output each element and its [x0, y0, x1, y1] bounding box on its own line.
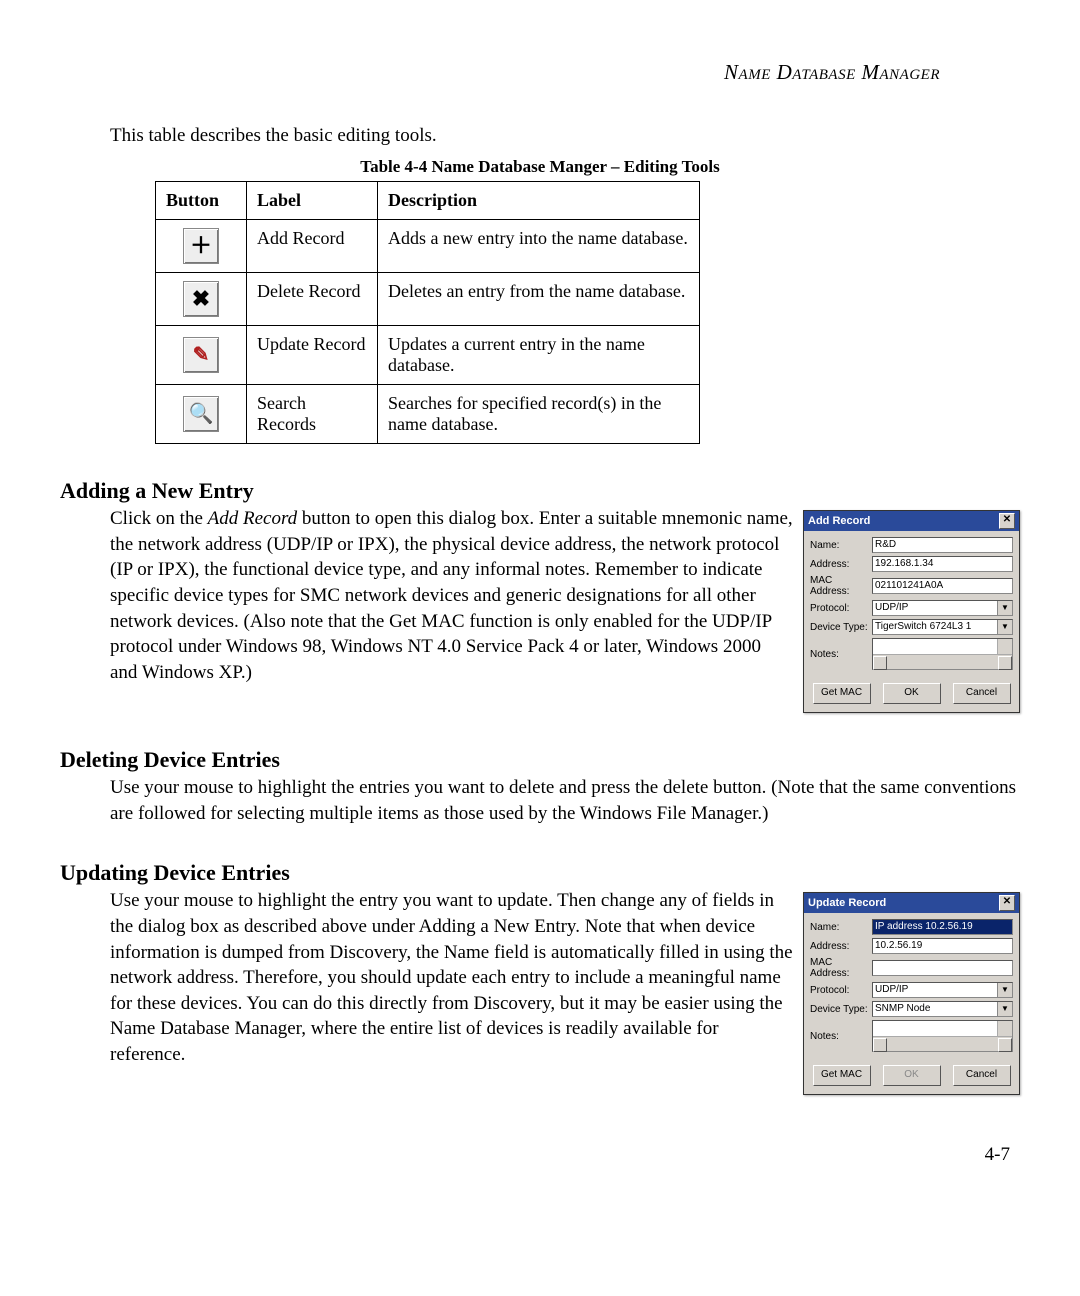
deleting-paragraph: Use your mouse to highlight the entries …: [110, 775, 1020, 826]
scrollbar-vertical[interactable]: [997, 639, 1012, 655]
col-header-description: Description: [378, 182, 700, 220]
add-record-icon: ＋: [183, 228, 219, 264]
scrollbar-vertical[interactable]: [997, 1021, 1012, 1037]
protocol-dropdown[interactable]: UDP/IP: [872, 982, 1013, 998]
label-protocol: Protocol:: [810, 603, 872, 614]
col-header-label: Label: [247, 182, 378, 220]
label-address: Address:: [810, 941, 872, 952]
intro-text: This table describes the basic editing t…: [110, 125, 1020, 147]
dialog-titlebar[interactable]: Update Record ✕: [804, 893, 1019, 913]
get-mac-button[interactable]: Get MAC: [813, 683, 871, 704]
update-record-icon: ✎: [183, 337, 219, 373]
delete-record-icon: ✖: [183, 281, 219, 317]
label-protocol: Protocol:: [810, 985, 872, 996]
notes-field[interactable]: [872, 1020, 1013, 1052]
label-name: Name:: [810, 540, 872, 551]
col-header-button: Button: [156, 182, 247, 220]
address-field[interactable]: 10.2.56.19: [872, 938, 1013, 954]
label-cell: Add Record: [247, 220, 378, 273]
icon-cell: ✖: [156, 273, 247, 326]
table-row: 🔍 Search RecordsSearches for specified re…: [156, 385, 700, 444]
label-device-type: Device Type:: [810, 1004, 872, 1015]
description-cell: Deletes an entry from the name database.: [378, 273, 700, 326]
heading-deleting: Deleting Device Entries: [60, 747, 1020, 773]
name-field[interactable]: IP address 10.2.56.19: [872, 919, 1013, 935]
description-cell: Searches for specified record(s) in the …: [378, 385, 700, 444]
label-mac: MAC Address:: [810, 575, 872, 597]
ok-button[interactable]: OK: [883, 683, 941, 704]
get-mac-button[interactable]: Get MAC: [813, 1065, 871, 1086]
table-row: ＋ Add RecordAdds a new entry into the nam…: [156, 220, 700, 273]
dialog-titlebar[interactable]: Add Record ✕: [804, 511, 1019, 531]
description-cell: Adds a new entry into the name database.: [378, 220, 700, 273]
icon-cell: ✎: [156, 326, 247, 385]
icon-cell: 🔍: [156, 385, 247, 444]
update-record-dialog: Update Record ✕ Name:IP address 10.2.56.…: [803, 892, 1020, 1095]
table-row: ✖ Delete RecordDeletes an entry from the …: [156, 273, 700, 326]
cancel-button[interactable]: Cancel: [953, 683, 1011, 704]
label-device-type: Device Type:: [810, 622, 872, 633]
editing-tools-table: Button Label Description ＋ Add RecordAdds…: [155, 181, 700, 444]
label-mac: MAC Address:: [810, 957, 872, 979]
running-head: Name Database Manager: [60, 60, 940, 85]
device-type-dropdown[interactable]: TigerSwitch 6724L3 1: [872, 619, 1013, 635]
dialog-title: Add Record: [808, 515, 870, 527]
page-number: 4-7: [985, 1144, 1010, 1166]
heading-adding: Adding a New Entry: [60, 478, 1020, 504]
table-row: ✎ Update RecordUpdates a current entry in…: [156, 326, 700, 385]
scrollbar-horizontal[interactable]: [873, 654, 1012, 669]
notes-field[interactable]: [872, 638, 1013, 670]
device-type-dropdown[interactable]: SNMP Node: [872, 1001, 1013, 1017]
label-name: Name:: [810, 922, 872, 933]
dialog-title: Update Record: [808, 897, 886, 909]
heading-updating: Updating Device Entries: [60, 860, 1020, 886]
label-notes: Notes:: [810, 1031, 872, 1042]
search-records-icon: 🔍: [183, 396, 219, 432]
name-field[interactable]: R&D: [872, 537, 1013, 553]
mac-field[interactable]: 021101241A0A: [872, 578, 1013, 594]
protocol-dropdown[interactable]: UDP/IP: [872, 600, 1013, 616]
description-cell: Updates a current entry in the name data…: [378, 326, 700, 385]
close-icon[interactable]: ✕: [999, 895, 1015, 911]
add-record-dialog: Add Record ✕ Name:R&D Address:192.168.1.…: [803, 510, 1020, 713]
label-cell: Delete Record: [247, 273, 378, 326]
label-notes: Notes:: [810, 649, 872, 660]
ok-button[interactable]: OK: [883, 1065, 941, 1086]
label-cell: Update Record: [247, 326, 378, 385]
mac-field[interactable]: [872, 960, 1013, 976]
close-icon[interactable]: ✕: [999, 513, 1015, 529]
label-cell: Search Records: [247, 385, 378, 444]
address-field[interactable]: 192.168.1.34: [872, 556, 1013, 572]
scrollbar-horizontal[interactable]: [873, 1036, 1012, 1051]
icon-cell: ＋: [156, 220, 247, 273]
table-caption: Table 4-4 Name Database Manger – Editing…: [60, 157, 1020, 177]
cancel-button[interactable]: Cancel: [953, 1065, 1011, 1086]
label-address: Address:: [810, 559, 872, 570]
